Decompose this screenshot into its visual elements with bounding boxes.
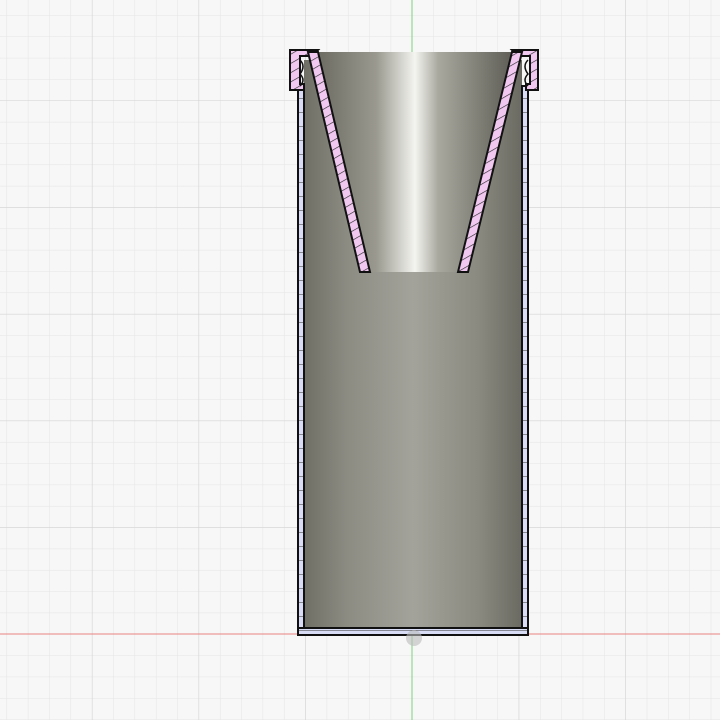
left-wall-section xyxy=(297,85,305,635)
cad-viewport[interactable] xyxy=(0,0,720,720)
section-model[interactable] xyxy=(289,49,539,636)
origin-marker xyxy=(406,630,422,646)
right-wall-section xyxy=(521,85,529,635)
